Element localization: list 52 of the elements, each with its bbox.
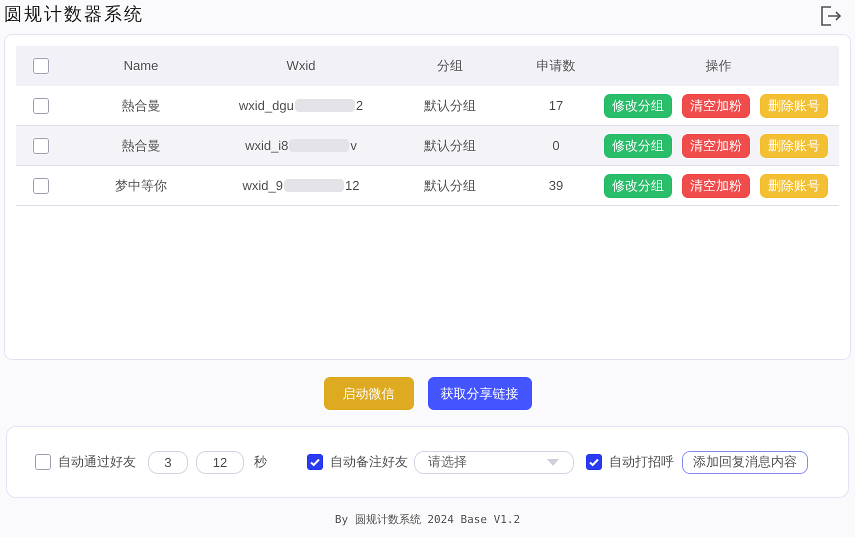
action-button[interactable]: 获取分享链接 <box>428 377 532 410</box>
input-field[interactable]: 12 <box>196 450 244 474</box>
check-icon <box>309 456 321 468</box>
table-cell: 默认分组 <box>424 138 476 153</box>
table-cell: 梦中等你 <box>115 178 167 193</box>
table-cell: 默认分组 <box>424 98 476 113</box>
action-button[interactable]: 启动微信 <box>324 377 414 410</box>
column-header: 操作 <box>706 58 732 74</box>
checkbox[interactable] <box>33 138 49 154</box>
table-cell: 默认分组 <box>424 178 476 193</box>
checkbox[interactable] <box>33 178 49 194</box>
option-label: 自动打招呼 <box>609 453 674 472</box>
add-reply-button[interactable]: 添加回复消息内容 <box>682 450 808 474</box>
action-button[interactable]: 修改分组 <box>604 134 672 158</box>
placeholder-text: 请选择 <box>428 453 467 472</box>
table-cell: 17 <box>548 98 564 113</box>
window-title: 圆规计数器系统 <box>4 2 144 26</box>
footer-text: By 圆规计数系统 2024 Base V1.2 <box>334 512 520 528</box>
select-field[interactable]: 请选择 <box>414 450 574 474</box>
logout-icon[interactable] <box>819 5 841 27</box>
table-cell: 熱合曼 <box>122 138 160 153</box>
table-cell-text: 2 <box>356 96 364 115</box>
table-cell: 39 <box>548 178 564 193</box>
redaction-mask <box>294 99 355 112</box>
action-button[interactable]: 清空加粉 <box>682 174 750 198</box>
redaction-mask <box>284 179 344 192</box>
table-cell-text: wxid_9 <box>242 176 283 195</box>
table-cell-text: wxid_i8 <box>245 136 288 155</box>
column-header: 申请数 <box>536 58 576 74</box>
unit-label: 秒 <box>254 453 267 472</box>
checkbox[interactable] <box>33 98 49 114</box>
column-header: Name <box>124 58 158 74</box>
table-cell: 0 <box>552 138 560 153</box>
action-button[interactable]: 清空加粉 <box>682 134 750 158</box>
action-button[interactable]: 清空加粉 <box>682 94 750 118</box>
checkbox[interactable] <box>586 454 602 470</box>
checkbox[interactable] <box>33 58 49 74</box>
action-button[interactable]: 修改分组 <box>604 174 672 198</box>
action-button[interactable]: 修改分组 <box>604 94 672 118</box>
option-label: 自动通过好友 <box>58 453 136 472</box>
column-header: 分组 <box>437 58 463 74</box>
dropdown-icon <box>546 458 560 466</box>
input-field[interactable]: 3 <box>148 450 188 474</box>
table-cell-text: wxid_dgu <box>238 96 294 115</box>
checkbox[interactable] <box>35 454 51 470</box>
table-cell: 熱合曼 <box>122 98 160 113</box>
column-header: Wxid <box>286 58 316 74</box>
table-cell-text: v <box>350 136 357 155</box>
option-label: 自动备注好友 <box>330 453 408 472</box>
table-cell-text: 12 <box>345 176 360 195</box>
check-icon <box>588 456 600 468</box>
checkbox[interactable] <box>307 454 323 470</box>
